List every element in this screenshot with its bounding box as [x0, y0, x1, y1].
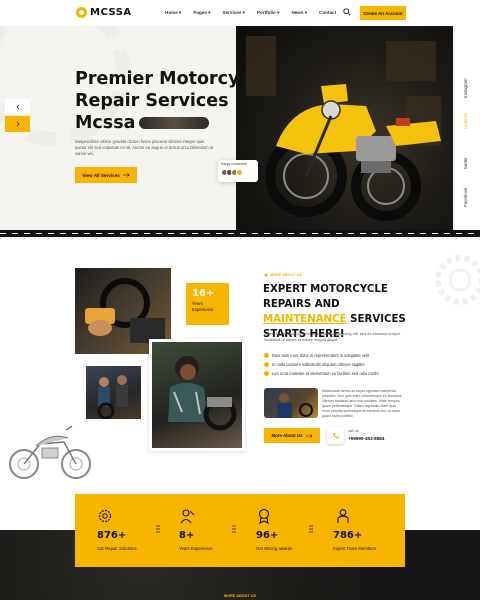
stat-label: Years Experience: [179, 546, 213, 551]
nav-item-pages[interactable]: Pages ▾: [193, 10, 210, 16]
stat-number: 8+: [179, 530, 195, 541]
stat-item: 786+ Expert Team Members: [333, 494, 403, 567]
nav-item-portfolio[interactable]: Portfolio ▾: [257, 10, 279, 16]
customer-avatars: [221, 169, 255, 176]
nav-item-services[interactable]: Services ▾: [222, 10, 244, 16]
award-icon: [258, 508, 270, 524]
slider-arrows: [5, 99, 30, 132]
motorcycle-sketch-icon: [9, 425, 91, 479]
view-all-services-button[interactable]: View All Services: [75, 167, 137, 183]
phone-glyph-icon: [332, 432, 339, 438]
nav-item-news[interactable]: News ▾: [291, 10, 307, 16]
about-image-woman-mechanic: [149, 339, 245, 451]
gear-wrench-icon: [98, 509, 112, 523]
happy-customers-label: Happy Customers: [221, 162, 247, 166]
list-item: In nulla possere sollicitudin aliquam ul…: [264, 360, 379, 369]
road-divider: [0, 230, 480, 237]
check-icon: [264, 371, 269, 376]
social-links: Facebook twitter Linkedin Instagram: [455, 26, 480, 230]
stat-label: Car Repair Solutions: [97, 546, 137, 551]
experience-card: 16+ Years Experience: [186, 283, 229, 325]
check-icon: [264, 362, 269, 367]
motorcycle-illustration: [246, 36, 441, 221]
stat-number: 786+: [333, 530, 363, 541]
check-text: In nulla possere sollicitudin aliquam ul…: [272, 362, 365, 367]
logo[interactable]: MCSSA: [76, 7, 132, 18]
hero-description: Suspendisse ultrice gravida dictum fusce…: [75, 139, 214, 156]
stats-card: 876+ Car Repair Solutions 8+ Years Exper…: [75, 494, 405, 567]
mechanic-icon: [180, 509, 195, 524]
gear-icon: [264, 273, 268, 277]
check-icon: [264, 353, 269, 358]
team-icon: [337, 509, 349, 523]
stat-label: Expert Team Members: [333, 546, 377, 551]
plus-avatar-icon: [236, 169, 243, 176]
about-eyebrow-text: MORE ABOUT US: [270, 273, 303, 277]
separator-icon: [232, 525, 236, 533]
technician-illustration: [277, 393, 313, 418]
separator-icon: [156, 525, 160, 533]
social-link-instagram[interactable]: Instagram: [463, 78, 468, 98]
list-item: Leo urna molestie at elementum eu facili…: [264, 369, 379, 378]
stat-item: 8+ Years Experience: [179, 494, 249, 567]
about-title-highlight: MAINTENANCE: [263, 314, 347, 325]
more-about-us-label: More About Us: [271, 433, 303, 438]
check-text: Leo urna molestie at elementum eu facili…: [272, 371, 379, 376]
technician-image: [264, 388, 318, 418]
woman-mechanic-illustration: [168, 356, 237, 431]
hero-title-line-3: Mcssa: [75, 112, 245, 134]
hero-title-line-2: Repair Services: [75, 91, 229, 111]
experience-number: 16+: [192, 288, 215, 299]
phone-number[interactable]: +99990-453-8884: [348, 436, 384, 441]
slider-prev-button[interactable]: [5, 99, 30, 115]
hero-title: Premier Motorcycle Repair Services Mcssa: [75, 68, 268, 134]
stat-number: 876+: [97, 530, 127, 541]
view-all-services-label: View All Services: [82, 172, 120, 178]
nav-item-contact[interactable]: Contact: [319, 10, 336, 16]
hero-section: Premier Motorcycle Repair Services Mcssa…: [0, 26, 480, 230]
call-us-label: call us: [348, 429, 359, 433]
list-item: Duis aute irure dolor in reprehenderit i…: [264, 351, 379, 360]
stat-label: Get Wining awards: [256, 546, 293, 551]
nav-item-home[interactable]: Home ▾: [165, 10, 181, 16]
about-small-text: Malesuada fames ac turpis egestas maecen…: [322, 389, 403, 419]
create-account-button[interactable]: Create An Account: [360, 6, 406, 20]
hero-motorcycle-image: [236, 26, 453, 230]
stat-number: 96+: [256, 530, 279, 541]
happy-customers-card: Happy Customers: [218, 160, 258, 182]
feature-checklist: Duis aute irure dolor in reprehenderit i…: [264, 351, 379, 378]
experience-label: Years Experience: [192, 301, 214, 312]
slider-next-button[interactable]: [5, 116, 30, 132]
check-text: Duis aute irure dolor in reprehenderit i…: [272, 353, 370, 358]
logo-text: MCSSA: [90, 7, 132, 18]
hero-title-line-1: Premier Motorcycle: [75, 69, 268, 89]
main-nav: Home ▾ Pages ▾ Services ▾ Portfolio ▾ Ne…: [165, 10, 336, 16]
stat-item: 96+ Get Wining awards: [256, 494, 326, 567]
about-eyebrow: MORE ABOUT US: [264, 273, 302, 277]
arrow-left-icon: [15, 104, 19, 110]
social-link-linkedin[interactable]: Linkedin: [463, 113, 468, 129]
site-header: MCSSA Home ▾ Pages ▾ Services ▾ Portfoli…: [0, 0, 480, 26]
more-about-us-button[interactable]: More About Us: [264, 428, 320, 443]
hero-title-image-pill: [139, 117, 210, 129]
arrow-right-icon: [122, 173, 130, 177]
social-link-facebook[interactable]: Facebook: [463, 188, 468, 207]
separator-icon: [309, 525, 313, 533]
arrow-right-icon: [16, 121, 20, 127]
arrow-right-icon: [305, 433, 312, 438]
phone-icon[interactable]: [327, 427, 344, 444]
about-image-team: [86, 366, 141, 419]
about-title-part1: EXPERT MOTORCYCLE REPAIRS AND: [263, 284, 388, 310]
hero-title-brand: Mcssa: [75, 113, 136, 133]
search-icon[interactable]: [343, 8, 351, 16]
about-description: Lorem ipsum dolor sit amet, consectetur …: [264, 331, 401, 342]
social-link-twitter[interactable]: twitter: [463, 157, 468, 169]
logo-icon: [76, 7, 87, 18]
footer-eyebrow: MORE ABOUT US: [223, 594, 257, 598]
team-photo-illustration: [97, 375, 128, 419]
gear-decoration-icon: [435, 255, 480, 305]
